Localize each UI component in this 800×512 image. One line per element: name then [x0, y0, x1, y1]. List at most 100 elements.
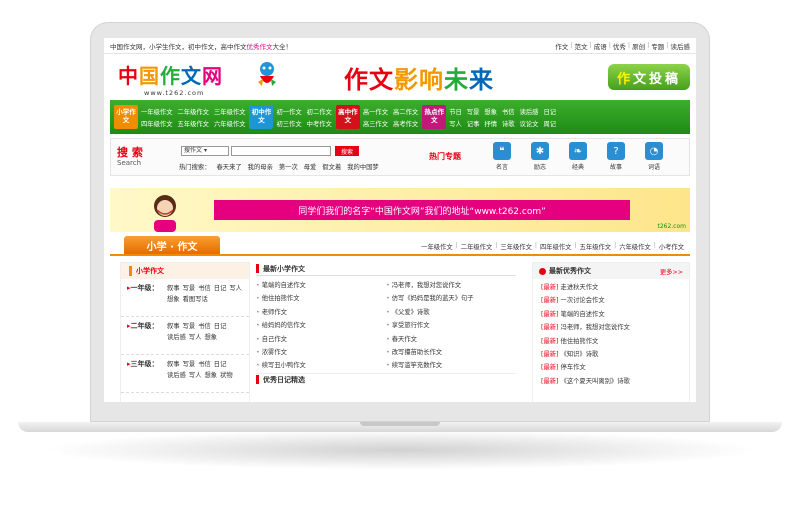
hot-search-term[interactable]: 母爱	[304, 162, 317, 171]
nav-link[interactable]: 初三作文	[276, 119, 301, 128]
excellent-essay-link[interactable]: [最新] 他住拍熊作文	[541, 336, 681, 345]
essay-link[interactable]: 自己作文	[256, 334, 386, 343]
grade-type[interactable]: 叙事	[167, 283, 180, 292]
nav-link[interactable]: 周记	[543, 119, 556, 128]
search-button[interactable]: 搜索	[335, 146, 359, 156]
nav-link[interactable]: 高三作文	[363, 119, 388, 128]
nav-link[interactable]: 一年级作文	[141, 107, 172, 116]
grade-type[interactable]: 书信	[198, 321, 211, 330]
grade-type[interactable]: 写人	[229, 283, 242, 292]
hot-topic-story[interactable]: ? 故事	[603, 142, 629, 171]
essay-link[interactable]: 笔端的自述作文	[256, 280, 386, 289]
grade-type[interactable]: 想象	[204, 370, 217, 379]
essay-link[interactable]: 续写滥竽充数作文	[386, 360, 516, 369]
hot-search-term[interactable]: 第一次	[279, 162, 298, 171]
hot-topic-quotes[interactable]: ❝ 名言	[489, 142, 515, 171]
nav-link[interactable]: 书信	[502, 107, 515, 116]
hot-search-term[interactable]: 我的中国梦	[347, 162, 378, 171]
grade-type[interactable]: 日记	[214, 283, 227, 292]
submit-essay-button[interactable]: 作文投稿	[608, 64, 690, 90]
grade-type[interactable]: 写人	[189, 370, 202, 379]
grade-type[interactable]: 写人	[189, 332, 202, 341]
grade-type[interactable]: 叙事	[167, 321, 180, 330]
nav-link[interactable]: 初二作文	[307, 107, 332, 116]
grade-link[interactable]: 一年级作文	[421, 242, 452, 251]
nav-tag-senior[interactable]: 高中作文	[335, 105, 360, 129]
grade-type[interactable]: 看图写话	[183, 294, 208, 303]
essay-link[interactable]: 老师作文	[256, 307, 386, 316]
hot-topic-inspire[interactable]: ✱ 励志	[527, 142, 553, 171]
grade-link[interactable]: 四年级作文	[540, 242, 571, 251]
top-link-chengyu[interactable]: 成语	[594, 41, 607, 51]
nav-link[interactable]: 初一作文	[276, 107, 301, 116]
grade-type[interactable]: 日记	[214, 321, 227, 330]
hot-topic-classic[interactable]: ❧ 经典	[565, 142, 591, 171]
grade-type[interactable]: 写景	[183, 321, 196, 330]
grade-type[interactable]: 状物	[220, 370, 233, 379]
essay-link[interactable]: 享受旅行作文	[386, 320, 516, 329]
hot-topic-words[interactable]: ◔ 词语	[641, 142, 667, 171]
nav-link[interactable]: 二年级作文	[177, 107, 208, 116]
excellent-essay-link[interactable]: [最新] 《这个夏天叫离别》诗歌	[541, 376, 681, 385]
nav-link[interactable]: 议论文	[520, 119, 539, 128]
grade-type[interactable]: 读后感	[167, 370, 186, 379]
grade-type[interactable]: 叙事	[167, 359, 180, 368]
nav-link[interactable]: 诗歌	[502, 119, 515, 128]
nav-link[interactable]: 抒情	[484, 119, 497, 128]
top-link-duhougan[interactable]: 读后感	[671, 41, 691, 51]
essay-link[interactable]: 春天作文	[386, 334, 516, 343]
hot-search-term[interactable]: 春天来了	[216, 162, 241, 171]
top-link-zhuanti[interactable]: 专题	[651, 41, 664, 51]
essay-link[interactable]: 冯老师，我想对您说作文	[386, 280, 516, 289]
nav-link[interactable]: 写人	[449, 119, 462, 128]
promo-banner[interactable]: 同学们我们的名字“中国作文网”我们的地址“www.t262.com” t262.…	[110, 188, 690, 232]
nav-link[interactable]: 写景	[467, 107, 480, 116]
essay-link[interactable]: 他住拍熊作文	[256, 293, 386, 302]
nav-link[interactable]: 六年级作文	[214, 119, 245, 128]
grade-type[interactable]: 书信	[198, 283, 211, 292]
nav-link[interactable]: 想象	[484, 107, 497, 116]
site-logo[interactable]: 中国作文网 www.t262.com	[118, 60, 223, 97]
search-input[interactable]	[231, 146, 331, 156]
essay-link[interactable]: 浓雾作文	[256, 347, 386, 356]
nav-link[interactable]: 四年级作文	[141, 119, 172, 128]
nav-link[interactable]: 五年级作文	[177, 119, 208, 128]
top-link-fanwen[interactable]: 范文	[574, 41, 587, 51]
grade-type[interactable]: 读后感	[167, 332, 186, 341]
grade-type[interactable]: 写景	[183, 283, 196, 292]
excellent-essay-link[interactable]: [最新] 一次讨论会作文	[541, 295, 681, 304]
essay-link[interactable]: 续写丑小鸭作文	[256, 360, 386, 369]
nav-link[interactable]: 高二作文	[393, 107, 418, 116]
essay-link[interactable]: 仿写《妈妈是我的蓝天》句子	[386, 293, 516, 302]
grade-type[interactable]: 想象	[204, 332, 217, 341]
nav-link[interactable]: 中考作文	[307, 119, 332, 128]
more-link[interactable]: 更多>>	[660, 267, 683, 276]
search-type-select[interactable]: 搜作文 ▾	[181, 146, 229, 156]
essay-link[interactable]: 《父爱》诗歌	[386, 307, 516, 316]
nav-link[interactable]: 高一作文	[363, 107, 388, 116]
excellent-essay-link[interactable]: [最新] 笔端的自述作文	[541, 309, 681, 318]
nav-link[interactable]: 节日	[449, 107, 462, 116]
essay-link[interactable]: 改写攥苗助长作文	[386, 347, 516, 356]
nav-link[interactable]: 读后感	[520, 107, 539, 116]
excellent-essay-link[interactable]: [最新] 《知识》诗歌	[541, 349, 681, 358]
grade-type[interactable]: 日记	[214, 359, 227, 368]
essay-link[interactable]: 给妈妈的信作文	[256, 320, 386, 329]
grade-link[interactable]: 五年级作文	[580, 242, 611, 251]
grade-type[interactable]: 想象	[167, 294, 180, 303]
hot-search-term[interactable]: 假文着	[322, 162, 341, 171]
grade-link[interactable]: 三年级作文	[500, 242, 531, 251]
nav-tag-primary[interactable]: 小学作文	[114, 105, 138, 129]
grade-link[interactable]: 六年级作文	[619, 242, 650, 251]
top-link-yuanchuang[interactable]: 原创	[632, 41, 645, 51]
excellent-essay-link[interactable]: [最新] 走进秋天作文	[541, 282, 681, 291]
nav-link[interactable]: 三年级作文	[214, 107, 245, 116]
top-link-zuowen[interactable]: 作文	[555, 41, 568, 51]
nav-tag-hot[interactable]: 热点作文	[422, 105, 447, 129]
excellent-essay-link[interactable]: [最新] 停车作文	[541, 362, 681, 371]
grade-link[interactable]: 小考作文	[659, 242, 684, 251]
hot-search-term[interactable]: 我的母亲	[248, 162, 273, 171]
top-link-youxiu[interactable]: 优秀	[613, 41, 626, 51]
excellent-essay-link[interactable]: [最新] 冯老师，我想对您说作文	[541, 322, 681, 331]
nav-tag-junior[interactable]: 初中作文	[249, 105, 274, 129]
